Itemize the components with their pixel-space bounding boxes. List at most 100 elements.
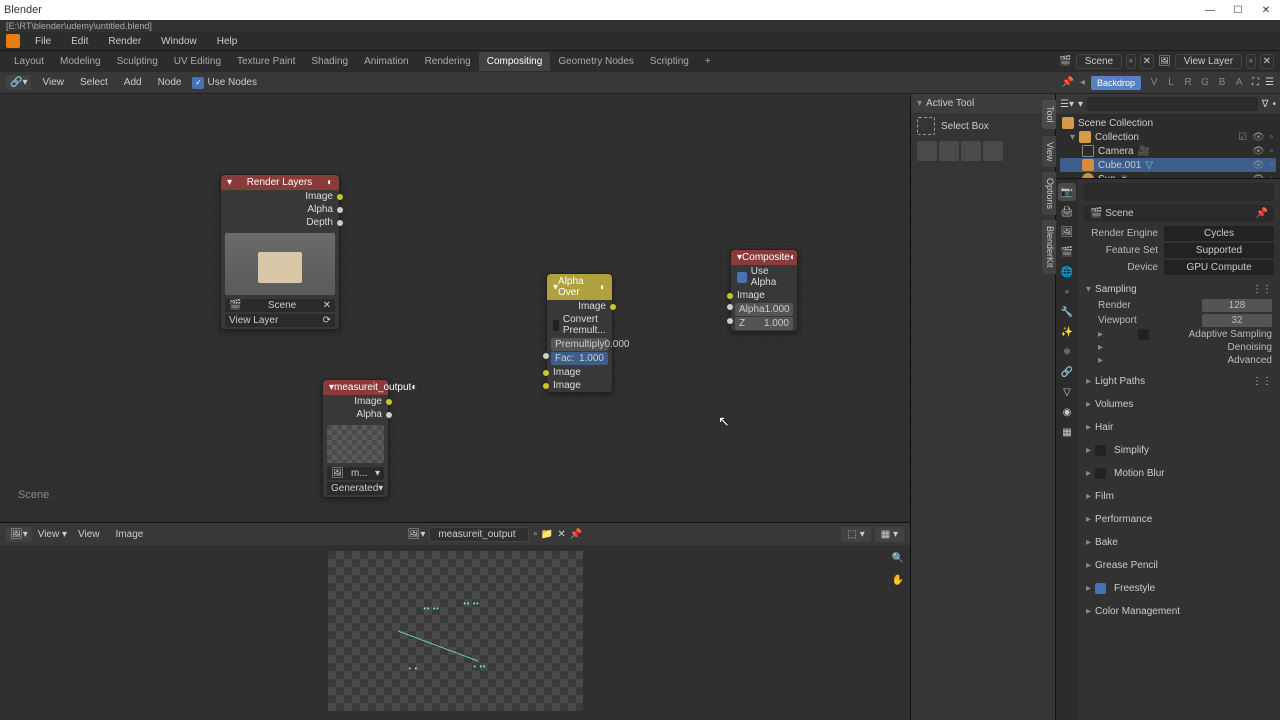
pin-image-icon[interactable]: 📌	[570, 529, 582, 540]
channel-r[interactable]: R	[1181, 77, 1195, 88]
channel-b[interactable]: B	[1215, 77, 1229, 88]
image-browse-icon[interactable]: 🖼▾	[408, 529, 426, 540]
chevron-left-icon[interactable]: ◂	[1080, 77, 1085, 88]
tab-sculpting[interactable]: Sculpting	[109, 52, 166, 71]
menu-edit[interactable]: Edit	[66, 34, 93, 49]
panel-adaptive-sampling[interactable]: Adaptive Sampling	[1189, 329, 1272, 340]
menu-render[interactable]: Render	[103, 34, 146, 49]
minimize-icon[interactable]: —	[1200, 5, 1220, 16]
display-channels-icon[interactable]: ▦ ▾	[875, 527, 904, 542]
menu-help[interactable]: Help	[212, 34, 243, 49]
npanel-tab-blenderkit[interactable]: BlenderKit	[1042, 220, 1056, 274]
premultiply-slider[interactable]: Premultiply0.000	[551, 338, 608, 351]
viewlayer-del-button[interactable]: ✕	[1260, 54, 1274, 69]
proptab-object[interactable]: ▫	[1058, 283, 1076, 301]
ie-view-dropdown[interactable]: View ▾	[38, 529, 67, 540]
proptab-texture[interactable]: ▦	[1058, 423, 1076, 441]
tool-mode-3[interactable]	[961, 141, 981, 161]
outliner-collection[interactable]: ▾Collection ☑ 👁 ▫	[1060, 130, 1276, 144]
panel-performance[interactable]: Performance	[1095, 514, 1152, 525]
viewport-samples-field[interactable]: 32	[1202, 314, 1272, 327]
panel-denoising[interactable]: Denoising	[1228, 342, 1272, 353]
properties-search[interactable]	[1084, 183, 1274, 201]
properties-breadcrumb[interactable]: 🎬 Scene📌	[1084, 205, 1274, 222]
device-dropdown[interactable]: GPU Compute	[1164, 260, 1274, 275]
tab-scripting[interactable]: Scripting	[642, 52, 697, 71]
image-dropdown[interactable]: 🖼m...▾	[327, 467, 384, 480]
tab-layout[interactable]: Layout	[6, 52, 52, 71]
panel-film[interactable]: Film	[1095, 491, 1114, 502]
z-slider[interactable]: Z1.000	[735, 317, 793, 330]
tab-texturepaint[interactable]: Texture Paint	[229, 52, 303, 71]
viewlayer-new-button[interactable]: ▫	[1246, 54, 1256, 69]
alpha-slider[interactable]: Alpha1.000	[735, 303, 793, 316]
active-tool-header[interactable]: Active Tool	[926, 98, 974, 109]
npanel-tab-options[interactable]: Options	[1042, 172, 1056, 215]
proptab-world[interactable]: 🌐	[1058, 263, 1076, 281]
pin-icon[interactable]: 📌	[1256, 208, 1268, 219]
scene-dropdown[interactable]: 🎬Scene✕	[225, 299, 335, 312]
new-image-icon[interactable]: ▫	[533, 529, 537, 540]
zoom-fit-icon[interactable]: ⛶	[1252, 77, 1259, 88]
panel-lightpaths[interactable]: Light Paths	[1095, 376, 1145, 387]
tab-add[interactable]: +	[697, 52, 719, 71]
render-engine-dropdown[interactable]: Cycles	[1164, 226, 1274, 241]
ne-menu-select[interactable]: Select	[75, 75, 113, 90]
node-editor-canvas[interactable]: ▾Render Layers◐ Image Alpha Depth 🎬Scene…	[0, 94, 910, 522]
outliner-search[interactable]	[1087, 97, 1258, 111]
tool-mode-4[interactable]	[983, 141, 1003, 161]
tab-modeling[interactable]: Modeling	[52, 52, 109, 71]
proptab-modifier[interactable]: 🔧	[1058, 303, 1076, 321]
npanel-tab-view[interactable]: View	[1042, 136, 1056, 167]
close-icon[interactable]: ✕	[1256, 5, 1276, 16]
panel-colormanagement[interactable]: Color Management	[1095, 606, 1180, 617]
node-render-layers[interactable]: ▾Render Layers◐ Image Alpha Depth 🎬Scene…	[220, 174, 340, 330]
ne-menu-add[interactable]: Add	[119, 75, 147, 90]
proptab-scene[interactable]: 🎬	[1058, 243, 1076, 261]
gizmo-pan-icon[interactable]: ✋	[892, 575, 904, 586]
panel-advanced[interactable]: Advanced	[1228, 355, 1272, 366]
tab-animation[interactable]: Animation	[356, 52, 416, 71]
outliner-item-camera[interactable]: Camera🎥 👁 ▫	[1060, 144, 1276, 158]
proptab-particle[interactable]: ✨	[1058, 323, 1076, 341]
tool-mode-1[interactable]	[917, 141, 937, 161]
feature-set-dropdown[interactable]: Supported	[1164, 243, 1274, 258]
scene-new-button[interactable]: ▫	[1126, 54, 1136, 69]
tab-shading[interactable]: Shading	[303, 52, 356, 71]
sampling-panel-header[interactable]: Sampling	[1095, 284, 1137, 295]
backdrop-toggle[interactable]: Backdrop	[1091, 76, 1141, 90]
outliner-item-sun[interactable]: Sun☀ 👁 ▫	[1060, 172, 1276, 179]
ie-menu-view[interactable]: View	[73, 527, 105, 542]
image-name-field[interactable]: measureit_output	[429, 527, 529, 542]
proptab-render[interactable]: 📷	[1058, 183, 1076, 201]
proptab-viewlayer[interactable]: 🖼	[1058, 223, 1076, 241]
fac-slider[interactable]: Fac:1.000	[551, 352, 608, 365]
tool-mode-2[interactable]	[939, 141, 959, 161]
proptab-data[interactable]: ▽	[1058, 383, 1076, 401]
tab-uvediting[interactable]: UV Editing	[166, 52, 229, 71]
panel-menu-icon[interactable]: ⋮⋮	[1252, 284, 1272, 295]
panel-volumes[interactable]: Volumes	[1095, 399, 1133, 410]
panel-bake[interactable]: Bake	[1095, 537, 1118, 548]
unlink-image-icon[interactable]: ✕	[557, 529, 565, 540]
ie-menu-image[interactable]: Image	[111, 527, 149, 542]
open-image-icon[interactable]: 📁	[541, 529, 553, 540]
viewlayer-dropdown[interactable]: View Layer⟳	[225, 314, 335, 327]
menu-file[interactable]: File	[30, 34, 56, 49]
node-composite[interactable]: ▾Composite◐ Use Alpha Image Alpha1.000 Z…	[730, 249, 798, 332]
scene-del-button[interactable]: ✕	[1140, 54, 1154, 69]
image-editor-type-icon[interactable]: 🖼▾	[6, 527, 32, 542]
slot-dropdown[interactable]: ⬚ ▾	[841, 527, 870, 542]
outliner-item-cube[interactable]: Cube.001▽ 👁 ▫	[1060, 158, 1276, 172]
image-canvas[interactable]: ·· ·· ·· ·· · · · ·· 🔍 ✋	[0, 545, 910, 720]
channel-l[interactable]: L	[1164, 77, 1178, 88]
panel-simplify[interactable]: Simplify	[1114, 445, 1149, 456]
panel-greasepencil[interactable]: Grease Pencil	[1095, 560, 1158, 571]
node-measureit[interactable]: ▾measureit_output◐ Image Alpha 🖼m...▾ Ge…	[322, 379, 389, 498]
npanel-tab-tool[interactable]: Tool	[1042, 100, 1056, 129]
blender-logo-icon[interactable]	[6, 34, 20, 48]
tab-compositing[interactable]: Compositing	[479, 52, 551, 71]
render-samples-field[interactable]: 128	[1202, 299, 1272, 312]
tab-rendering[interactable]: Rendering	[417, 52, 479, 71]
outliner-mode-icon[interactable]: ▾	[1078, 99, 1083, 110]
